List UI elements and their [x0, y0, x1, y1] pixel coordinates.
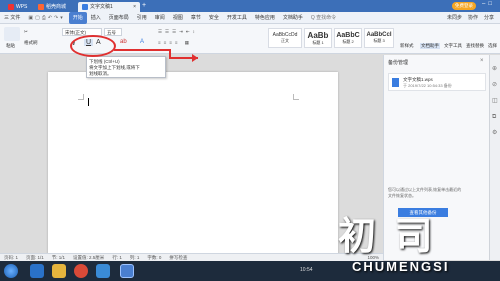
- style-normal[interactable]: AaBbCcDd 正文: [268, 28, 302, 48]
- tab-document[interactable]: 文字文稿1 ×: [78, 2, 140, 12]
- find-replace-button[interactable]: 查找替换: [466, 43, 484, 49]
- menu-doc-assistant[interactable]: 文档助手: [279, 12, 307, 24]
- status-pages: 页面: 1/1: [26, 254, 44, 260]
- cut-icon[interactable]: ✂: [24, 29, 28, 35]
- status-words: 字数: 0: [147, 254, 162, 260]
- menu-insert[interactable]: 插入: [87, 12, 105, 24]
- sync-status[interactable]: 未同步: [447, 14, 462, 21]
- ie-icon[interactable]: [30, 264, 44, 278]
- wps-file-icon: [392, 78, 399, 87]
- menu-layout[interactable]: 页面布局: [105, 12, 133, 24]
- sidebar-tool-icons[interactable]: ⊕ ⊘ ◫ ⧉ ⚙: [492, 61, 498, 141]
- status-section: 节: 1/1: [51, 254, 66, 260]
- watermark-en: CHUMENGSI: [352, 259, 450, 274]
- paste-icon[interactable]: [4, 27, 20, 41]
- login-badge[interactable]: 免费登录: [452, 2, 476, 10]
- margin-mark-tr: [293, 94, 299, 100]
- menu-file[interactable]: 三 文件: [0, 12, 24, 24]
- wps-taskbar-icon[interactable]: [120, 264, 134, 278]
- select-button[interactable]: 选择: [488, 43, 497, 49]
- menu-developer[interactable]: 开发工具: [223, 12, 251, 24]
- document-page[interactable]: [48, 72, 338, 260]
- text-tools-button[interactable]: 文字工具: [444, 43, 462, 49]
- wps-icon: [8, 4, 14, 10]
- status-bar: 页码: 1 页面: 1/1 节: 1/1 设置值: 2.5厘米 行: 1 列: …: [0, 253, 383, 261]
- collab-button[interactable]: 协作: [468, 14, 478, 21]
- annotation-circle: [70, 35, 116, 57]
- status-setting: 设置值: 2.5厘米: [73, 254, 105, 260]
- new-tab-button[interactable]: +: [142, 2, 146, 9]
- watermark: 初 司 CHUMENGSI: [334, 205, 500, 281]
- status-column: 列: 1: [129, 254, 140, 260]
- paste-label[interactable]: 粘贴: [6, 43, 15, 49]
- panel-close-icon[interactable]: ×: [480, 58, 484, 64]
- clock: 10:54: [300, 267, 313, 273]
- spellcheck-button[interactable]: 拼写检查: [169, 255, 187, 261]
- share-button[interactable]: 分享: [484, 14, 494, 21]
- panel-tip: 您可以通过以上文件列表,恢复单击最近的 文件恢复状态。: [388, 187, 462, 198]
- style-heading3[interactable]: AaBbCcI 标题 3: [364, 28, 394, 48]
- status-page: 页码: 1: [4, 254, 19, 260]
- panel-title: 备份管理: [388, 60, 409, 66]
- tab-wps[interactable]: WPS: [4, 2, 31, 12]
- menu-home[interactable]: 开始: [68, 11, 87, 24]
- status-line: 行: 1: [112, 254, 122, 260]
- doc-assistant-button[interactable]: 文档助手: [420, 43, 440, 49]
- tab-store[interactable]: 稻壳商城: [34, 2, 70, 12]
- menu-section[interactable]: 章节: [187, 12, 205, 24]
- watermark-cn: 初 司: [338, 216, 437, 258]
- new-style-button[interactable]: 新样式: [400, 43, 414, 49]
- chrome-icon[interactable]: [74, 264, 88, 278]
- format-painter-button[interactable]: 格式刷: [24, 40, 38, 46]
- toolbar-quick-icons[interactable]: ▣▢⎙↶↷▾: [24, 15, 68, 21]
- folder-icon[interactable]: [52, 264, 66, 278]
- start-icon[interactable]: [4, 264, 18, 278]
- close-icon[interactable]: ×: [133, 2, 136, 12]
- style-heading1[interactable]: AaBb 标题 1: [304, 28, 332, 48]
- menu-review[interactable]: 审阅: [151, 12, 169, 24]
- menu-bar: 三 文件 ▣▢⎙↶↷▾ 开始 插入 页面布局 引用 审阅 视图 章节 安全 开发…: [0, 11, 500, 24]
- title-bar: WPS 稻壳商城 文字文稿1 × + 免费登录 ‒□: [0, 0, 500, 12]
- menu-security[interactable]: 安全: [205, 12, 223, 24]
- margin-mark-tl: [78, 94, 84, 100]
- backup-file-item[interactable]: 文字文稿1.wps 于 2019/7/22 10:54:33 备份: [388, 73, 486, 91]
- store-icon: [38, 4, 44, 10]
- annotation-arrow: [114, 49, 198, 62]
- style-heading2[interactable]: AaBbC 标题 2: [334, 28, 362, 48]
- font-size-select[interactable]: 五号: [104, 28, 122, 36]
- menu-view[interactable]: 视图: [169, 12, 187, 24]
- text-cursor: [88, 98, 89, 106]
- doc-icon: [82, 4, 88, 10]
- window-controls[interactable]: ‒□: [482, 1, 495, 7]
- app-icon[interactable]: [96, 264, 110, 278]
- paragraph-tools[interactable]: ☰☰☰⇥⇤↕: [158, 29, 198, 35]
- search-commands[interactable]: Q 查找命令: [307, 12, 340, 24]
- menu-features[interactable]: 特色应用: [251, 12, 279, 24]
- menu-references[interactable]: 引用: [133, 12, 151, 24]
